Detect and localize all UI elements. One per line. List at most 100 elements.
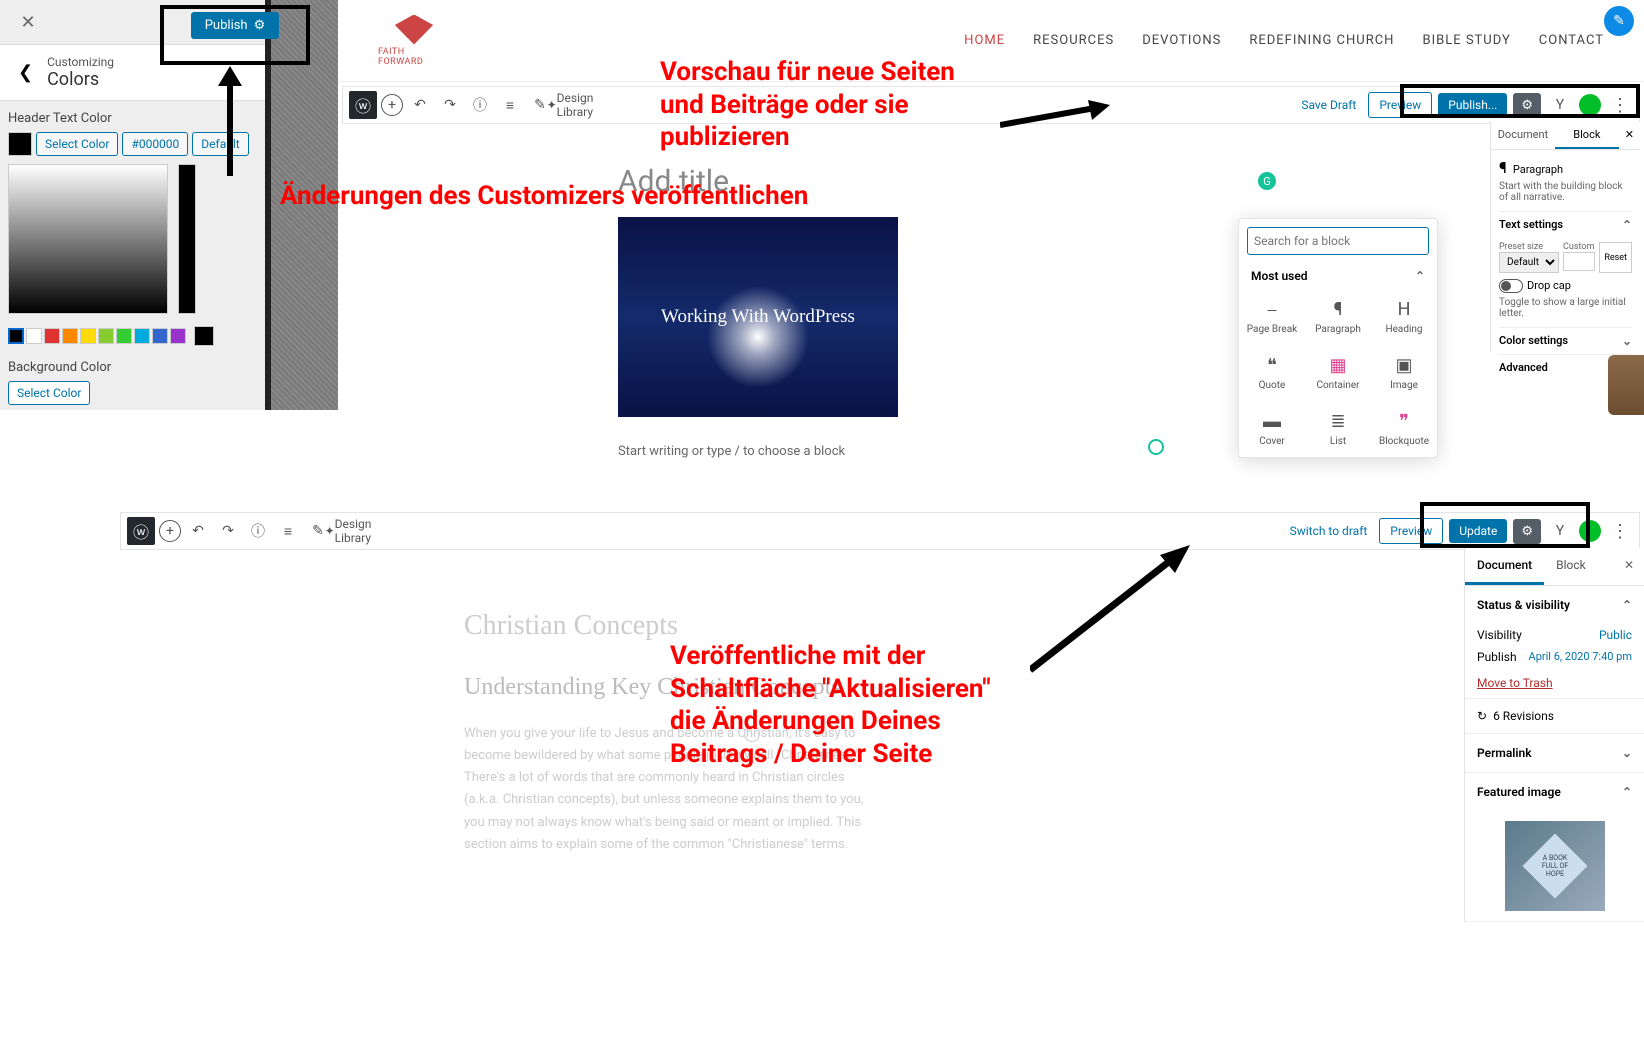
swatch-white[interactable] — [26, 328, 42, 344]
nav-resources[interactable]: Resources — [1033, 33, 1114, 48]
tab-block[interactable]: Block — [1544, 548, 1598, 585]
customizing-label: Customizing — [47, 55, 114, 69]
swatch-yellow[interactable] — [80, 328, 96, 344]
design-library-button[interactable]: ✦ Design Library — [557, 92, 583, 118]
current-color-swatch[interactable] — [8, 132, 32, 156]
nav-redefining[interactable]: Redefining Church — [1249, 33, 1394, 48]
hex-input[interactable]: #000000 — [122, 132, 188, 156]
jetpack-icon[interactable] — [1579, 94, 1601, 116]
block-heading[interactable]: HHeading — [1371, 289, 1437, 345]
preset-size-select[interactable]: Default — [1499, 252, 1559, 273]
nav-bible-study[interactable]: Bible Study — [1422, 33, 1510, 48]
chevron-up-icon: ⌃ — [1622, 598, 1632, 612]
wordpress-icon[interactable]: ⓦ — [349, 91, 377, 119]
start-writing-prompt[interactable]: Start writing or type / to choose a bloc… — [618, 439, 1644, 459]
block-cover[interactable]: ▬Cover — [1239, 401, 1305, 457]
tab-document[interactable]: Document — [1465, 548, 1544, 585]
reset-size-button[interactable]: Reset — [1599, 242, 1632, 273]
most-used-header[interactable]: Most used⌃ — [1239, 263, 1437, 289]
color-settings-section[interactable]: Color settings⌄ — [1499, 327, 1632, 354]
settings-gear-button[interactable]: ⚙ — [1513, 93, 1541, 118]
revisions-row[interactable]: ↻6 Revisions — [1465, 699, 1644, 734]
swatch-purple[interactable] — [170, 328, 186, 344]
block-quote[interactable]: ❝Quote — [1239, 345, 1305, 401]
hue-slider[interactable] — [178, 164, 196, 314]
save-draft-link[interactable]: Save Draft — [1295, 94, 1362, 116]
sidebar-close-icon[interactable]: ✕ — [1614, 548, 1644, 585]
outline-icon[interactable]: ≡ — [275, 518, 301, 544]
text-settings-section[interactable]: Text settings⌃ — [1499, 211, 1632, 238]
drop-cap-toggle[interactable] — [1499, 279, 1523, 293]
grammarly-icon[interactable]: G — [1258, 172, 1276, 190]
color-picker-gradient[interactable] — [8, 164, 168, 314]
swatch-green[interactable] — [116, 328, 132, 344]
select-color-button[interactable]: Select Color — [36, 132, 118, 156]
swatch-orange[interactable] — [62, 328, 78, 344]
block-image[interactable]: ▣Image — [1371, 345, 1437, 401]
swatch-black[interactable] — [8, 328, 24, 344]
settings-gear-button[interactable]: ⚙ — [1513, 519, 1541, 544]
more-menu-icon[interactable]: ⋮ — [1607, 95, 1633, 116]
arrow-3 — [1030, 545, 1190, 675]
wordpress-icon[interactable]: ⓦ — [127, 517, 155, 545]
custom-size-input[interactable] — [1563, 252, 1595, 271]
edit-fab-icon[interactable]: ✎ — [1604, 6, 1634, 36]
add-block-icon[interactable]: + — [381, 94, 403, 116]
nav-home[interactable]: Home — [964, 33, 1005, 48]
yoast-icon[interactable]: Y — [1547, 92, 1573, 118]
block-container[interactable]: ▦Container — [1305, 345, 1371, 401]
sidebar-close-icon[interactable]: ✕ — [1619, 122, 1640, 149]
publish-button[interactable]: Publish... — [1438, 93, 1507, 117]
featured-image-section[interactable]: Featured image⌃ — [1465, 773, 1644, 811]
switch-to-draft-link[interactable]: Switch to draft — [1284, 520, 1374, 542]
mug-decoration — [1608, 355, 1644, 415]
document-settings-sidebar: Document Block ✕ Status & visibility⌃ Vi… — [1464, 548, 1644, 922]
swatch-lime[interactable] — [98, 328, 114, 344]
add-block-icon[interactable]: + — [159, 520, 181, 542]
customizer-publish-button[interactable]: Publish ⚙ — [191, 12, 280, 39]
yoast-icon[interactable]: Y — [1547, 518, 1573, 544]
visibility-value[interactable]: Public — [1599, 628, 1632, 642]
block-page-break[interactable]: ⎯Page Break — [1239, 289, 1305, 345]
cover-block-title[interactable]: Working With WordPress — [661, 306, 855, 328]
design-library-button[interactable]: ✦ Design Library — [335, 518, 361, 544]
tab-block[interactable]: Block — [1555, 122, 1619, 149]
block-inserter-popover: Most used⌃ ⎯Page Break ¶Paragraph HHeadi… — [1238, 218, 1438, 458]
block-paragraph[interactable]: ¶Paragraph — [1305, 289, 1371, 345]
swatch-current[interactable] — [194, 326, 214, 346]
cover-icon: ▬ — [1243, 411, 1301, 432]
more-menu-icon[interactable]: ⋮ — [1607, 521, 1633, 542]
featured-image-thumbnail[interactable]: A BOOK FULL OF HOPE — [1505, 821, 1605, 911]
undo-icon[interactable]: ↶ — [185, 518, 211, 544]
preview-button[interactable]: Preview — [1379, 518, 1443, 544]
update-button[interactable]: Update — [1449, 519, 1507, 543]
redo-icon[interactable]: ↷ — [437, 92, 463, 118]
block-blockquote[interactable]: ❞Blockquote — [1371, 401, 1437, 457]
move-to-trash-link[interactable]: Move to Trash — [1465, 668, 1644, 698]
swatch-cyan[interactable] — [134, 328, 150, 344]
back-button[interactable]: ❮ — [14, 58, 37, 87]
block-search-input[interactable] — [1247, 227, 1429, 255]
tab-document[interactable]: Document — [1491, 122, 1555, 149]
swatch-blue[interactable] — [152, 328, 168, 344]
bg-select-color-button[interactable]: Select Color — [8, 381, 90, 405]
preview-button[interactable]: Preview — [1368, 92, 1432, 118]
site-logo[interactable]: FAITH FORWARD — [378, 11, 450, 71]
nav-devotions[interactable]: Devotions — [1142, 33, 1221, 48]
jetpack-icon[interactable] — [1579, 520, 1601, 542]
redo-icon[interactable]: ↷ — [215, 518, 241, 544]
nav-contact[interactable]: Contact — [1539, 33, 1604, 48]
undo-icon[interactable]: ↶ — [407, 92, 433, 118]
editor-canvas[interactable]: Add title G Working With WordPress Start… — [338, 124, 1644, 459]
block-list[interactable]: ≣List — [1305, 401, 1371, 457]
list-icon: ≣ — [1309, 411, 1367, 432]
swatch-red[interactable] — [44, 328, 60, 344]
close-customizer-button[interactable]: ✕ — [8, 2, 48, 42]
info-icon[interactable]: ⓘ — [245, 518, 271, 544]
info-icon[interactable]: ⓘ — [467, 92, 493, 118]
publish-date[interactable]: April 6, 2020 7:40 pm — [1529, 650, 1632, 664]
cover-block[interactable]: Working With WordPress — [618, 217, 898, 417]
status-visibility-section[interactable]: Status & visibility⌃ — [1465, 586, 1644, 624]
permalink-section[interactable]: Permalink⌄ — [1465, 734, 1644, 772]
outline-icon[interactable]: ≡ — [497, 92, 523, 118]
